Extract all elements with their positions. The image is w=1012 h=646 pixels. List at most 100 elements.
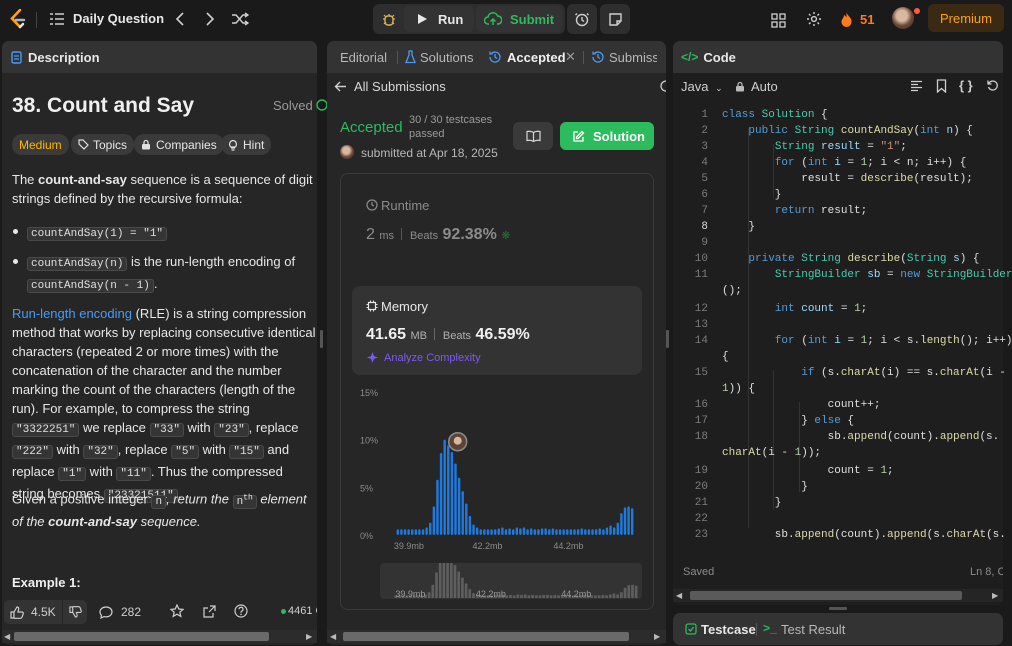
- histogram-bar[interactable]: [537, 529, 540, 535]
- histogram-bar[interactable]: [454, 463, 457, 536]
- companies-tag[interactable]: Companies: [134, 134, 224, 155]
- histogram-bar[interactable]: [609, 525, 612, 535]
- histogram-bar[interactable]: [439, 453, 443, 535]
- histogram-bar[interactable]: [511, 529, 515, 535]
- histogram-bar[interactable]: [396, 529, 400, 535]
- premium-button[interactable]: Premium: [928, 4, 1004, 32]
- language-selector[interactable]: Java ⌄: [681, 79, 723, 94]
- histogram-bar[interactable]: [407, 529, 410, 535]
- histogram-bar[interactable]: [508, 528, 511, 535]
- histogram-bar[interactable]: [576, 529, 580, 535]
- histogram-bar[interactable]: [598, 528, 601, 535]
- histogram-bar[interactable]: [486, 529, 490, 535]
- panel-splitter[interactable]: [666, 330, 669, 348]
- histogram-bar[interactable]: [400, 529, 403, 535]
- histogram-bar[interactable]: [468, 515, 472, 535]
- histogram-bar[interactable]: [472, 524, 475, 535]
- memory-distribution-chart[interactable]: 15% 10% 5% 0% 39.9mb 42.2mb 44.2mb: [352, 382, 642, 554]
- histogram-bar[interactable]: [436, 479, 439, 535]
- scroll-right-arrow[interactable]: ▶: [992, 591, 998, 600]
- histogram-bar[interactable]: [425, 527, 428, 535]
- histogram-bar[interactable]: [623, 507, 627, 535]
- next-problem-icon[interactable]: [200, 9, 220, 29]
- histogram-bar[interactable]: [414, 529, 418, 535]
- tab-code[interactable]: Code: [703, 50, 736, 65]
- share-icon[interactable]: [201, 603, 217, 619]
- reset-icon[interactable]: [986, 79, 999, 92]
- help-icon[interactable]: [233, 603, 249, 619]
- histogram-bar[interactable]: [580, 528, 583, 535]
- tab-solutions[interactable]: Solutions: [420, 50, 473, 65]
- histogram-bar[interactable]: [540, 528, 544, 535]
- histogram-bar[interactable]: [566, 529, 569, 535]
- comment-count[interactable]: 282: [121, 605, 141, 619]
- notes-icon[interactable]: [600, 4, 630, 34]
- settings-gear-icon[interactable]: [804, 9, 824, 29]
- tab-description[interactable]: Description: [28, 50, 100, 65]
- scroll-left-arrow[interactable]: ◀: [4, 632, 10, 641]
- middle-scrollbar-thumb[interactable]: [343, 632, 629, 641]
- close-tab-icon[interactable]: ✕: [565, 49, 576, 65]
- shuffle-icon[interactable]: [229, 9, 251, 29]
- histogram-bar[interactable]: [584, 529, 587, 535]
- histogram-bar[interactable]: [569, 529, 573, 535]
- streak-fire-icon[interactable]: [838, 9, 854, 29]
- histogram-bar[interactable]: [479, 529, 482, 535]
- problem-list-title[interactable]: Daily Question: [73, 11, 164, 26]
- histogram-bar[interactable]: [447, 445, 450, 535]
- format-icon[interactable]: [910, 80, 923, 92]
- tab-editorial[interactable]: Editorial: [340, 50, 387, 65]
- scroll-right-arrow[interactable]: ▶: [306, 632, 312, 641]
- histogram-bar[interactable]: [627, 506, 630, 535]
- histogram-bar[interactable]: [403, 529, 407, 535]
- hint-tag[interactable]: Hint: [221, 134, 272, 155]
- histogram-bar[interactable]: [630, 508, 634, 535]
- histogram-bar[interactable]: [493, 529, 497, 535]
- all-submissions-link[interactable]: All Submissions: [354, 79, 446, 94]
- histogram-bar[interactable]: [530, 528, 533, 535]
- histogram-bar[interactable]: [461, 491, 464, 535]
- tab-testcase[interactable]: Testcase: [701, 622, 756, 637]
- star-icon[interactable]: [169, 603, 185, 619]
- prev-problem-icon[interactable]: [170, 9, 190, 29]
- histogram-bar[interactable]: [555, 529, 558, 535]
- histogram-bar[interactable]: [421, 529, 425, 535]
- histogram-bar[interactable]: [616, 522, 619, 535]
- difficulty-tag[interactable]: Medium: [12, 134, 69, 155]
- histogram-bar[interactable]: [457, 477, 461, 535]
- histogram-bar[interactable]: [573, 529, 576, 535]
- histogram-bar[interactable]: [465, 503, 468, 535]
- layout-icon[interactable]: [768, 10, 788, 30]
- leetcode-logo[interactable]: [8, 8, 28, 30]
- histogram-bar[interactable]: [483, 529, 486, 535]
- histogram-bar[interactable]: [522, 527, 526, 535]
- histogram-bar[interactable]: [548, 529, 551, 535]
- histogram-bar[interactable]: [558, 529, 562, 535]
- like-button[interactable]: 4.5K: [4, 600, 62, 624]
- topics-tag[interactable]: Topics: [71, 134, 135, 155]
- braces-icon[interactable]: { }: [959, 78, 973, 93]
- histogram-bar[interactable]: [602, 529, 605, 535]
- scroll-right-arrow[interactable]: ▶: [654, 632, 660, 641]
- histogram-bar[interactable]: [605, 527, 609, 535]
- panel-splitter[interactable]: [320, 330, 323, 348]
- histogram-bar[interactable]: [591, 529, 594, 535]
- histogram-bar[interactable]: [551, 528, 555, 535]
- run-button[interactable]: Run: [404, 6, 474, 32]
- timer-icon[interactable]: [567, 4, 597, 34]
- coin-count[interactable]: 51: [860, 12, 874, 27]
- back-arrow-icon[interactable]: [333, 79, 347, 93]
- histogram-bar[interactable]: [519, 528, 522, 535]
- histogram-bar[interactable]: [504, 529, 508, 535]
- histogram-bar[interactable]: [620, 513, 623, 535]
- histogram-bar[interactable]: [411, 529, 414, 535]
- tab-submissions[interactable]: Submiss: [609, 50, 657, 65]
- histogram-bar[interactable]: [562, 529, 565, 535]
- avatar[interactable]: [892, 7, 914, 29]
- histogram-bar[interactable]: [612, 527, 616, 535]
- histogram-bar[interactable]: [526, 529, 529, 535]
- histogram-bar[interactable]: [450, 452, 454, 535]
- histogram-bar[interactable]: [418, 529, 421, 535]
- debug-icon[interactable]: [376, 7, 402, 31]
- analyze-complexity-link[interactable]: Analyze Complexity: [384, 352, 481, 364]
